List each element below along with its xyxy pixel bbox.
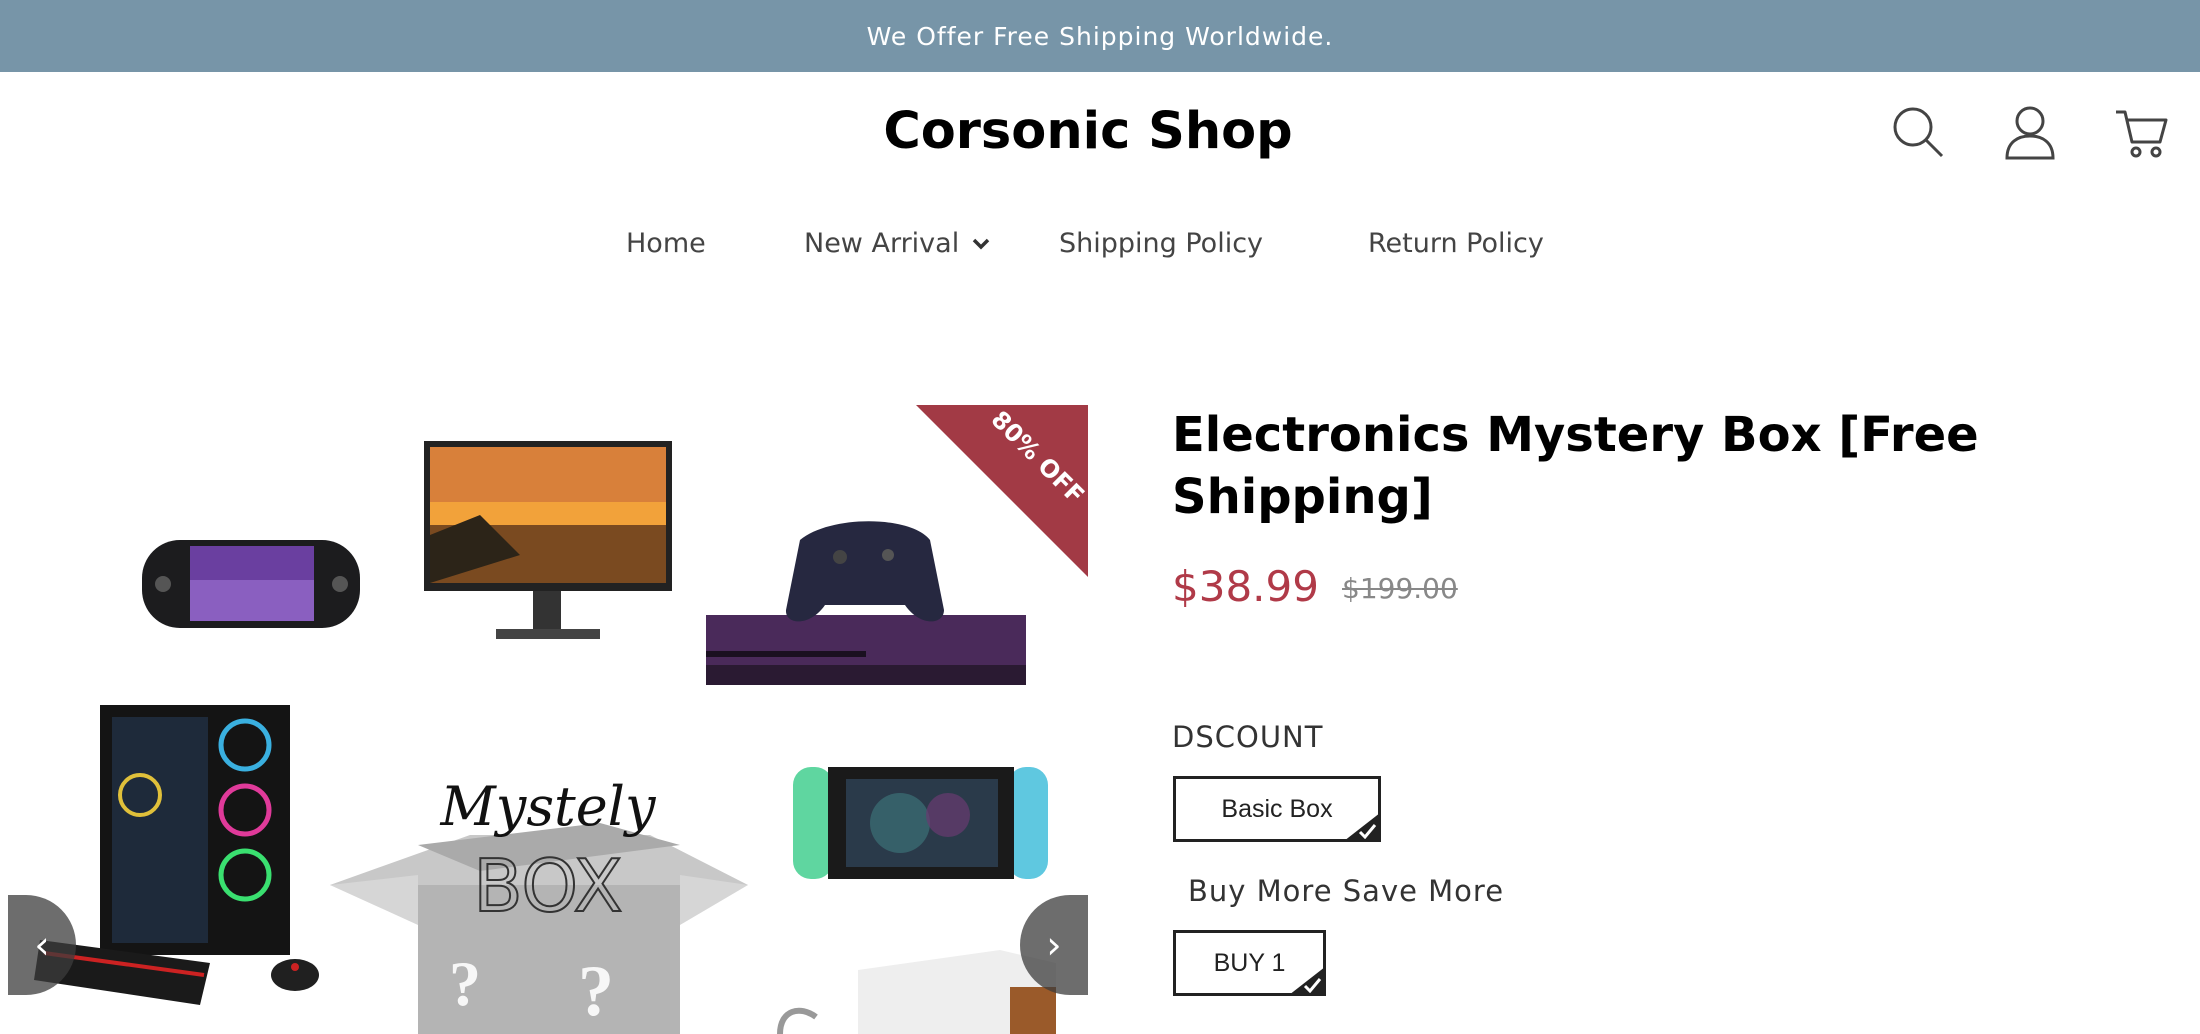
nav-item-home[interactable]: Home xyxy=(626,228,706,259)
nav-item-shipping-policy[interactable]: Shipping Policy xyxy=(1059,228,1263,259)
option-button-label: Basic Box xyxy=(1221,794,1333,823)
svg-text:?: ? xyxy=(578,951,614,1031)
nav-item-label: Return Policy xyxy=(1368,228,1544,259)
announcement-bar: We Offer Free Shipping Worldwide. xyxy=(0,0,2200,72)
mystery-box-image: ? ? Mystely BOX xyxy=(330,775,748,1034)
nav-item-new-arrival[interactable]: New Arrival xyxy=(804,228,991,259)
product-title: Electronics Mystery Box [Free Shipping] xyxy=(1172,407,1979,525)
option-button-basic-box[interactable]: Basic Box xyxy=(1173,776,1381,842)
monitor-image xyxy=(424,441,672,639)
nav-item-label: Shipping Policy xyxy=(1059,228,1264,259)
search-icon[interactable] xyxy=(1890,104,1946,160)
selected-check-icon xyxy=(1291,968,1323,993)
svg-text:?: ? xyxy=(449,948,481,1019)
discount-badge: 80% OFF xyxy=(916,405,1088,577)
option-button-label: BUY 1 xyxy=(1213,948,1286,977)
nav-item-label: New Arrival xyxy=(804,228,960,259)
product-gallery: ? ? Mystely BOX 80% OFF ‹ › xyxy=(0,405,1088,1034)
product-price: $38.99 xyxy=(1172,562,1319,611)
chevron-down-icon xyxy=(972,238,990,249)
cart-icon[interactable] xyxy=(2114,104,2170,160)
announcement-text: We Offer Free Shipping Worldwide. xyxy=(866,21,1334,51)
vr-headset-box-image xyxy=(777,950,1056,1034)
mystery-script-text: Mystely xyxy=(440,775,657,838)
account-icon[interactable] xyxy=(2002,104,2058,160)
chevron-right-icon: › xyxy=(1046,923,1062,967)
gaming-pc-image xyxy=(34,705,319,1005)
nav-item-label: Home xyxy=(626,228,706,259)
handheld-console-image xyxy=(142,540,360,628)
option-label-discount: DSCOUNT xyxy=(1172,720,1324,754)
nav-item-return-policy[interactable]: Return Policy xyxy=(1368,228,1544,259)
option-button-buy-1[interactable]: BUY 1 xyxy=(1173,930,1326,996)
selected-check-icon xyxy=(1346,814,1378,839)
main-nav: Home New Arrival Shipping Policy Return … xyxy=(0,228,2200,268)
handheld-switch-image xyxy=(793,767,1048,879)
option-label-buy-more: Buy More Save More xyxy=(1188,874,1505,908)
chevron-left-icon: ‹ xyxy=(34,923,50,967)
box-outline-text: BOX xyxy=(473,844,623,928)
shop-logo[interactable]: Corsonic Shop xyxy=(0,102,2176,161)
compare-at-price: $199.00 xyxy=(1342,572,1458,605)
